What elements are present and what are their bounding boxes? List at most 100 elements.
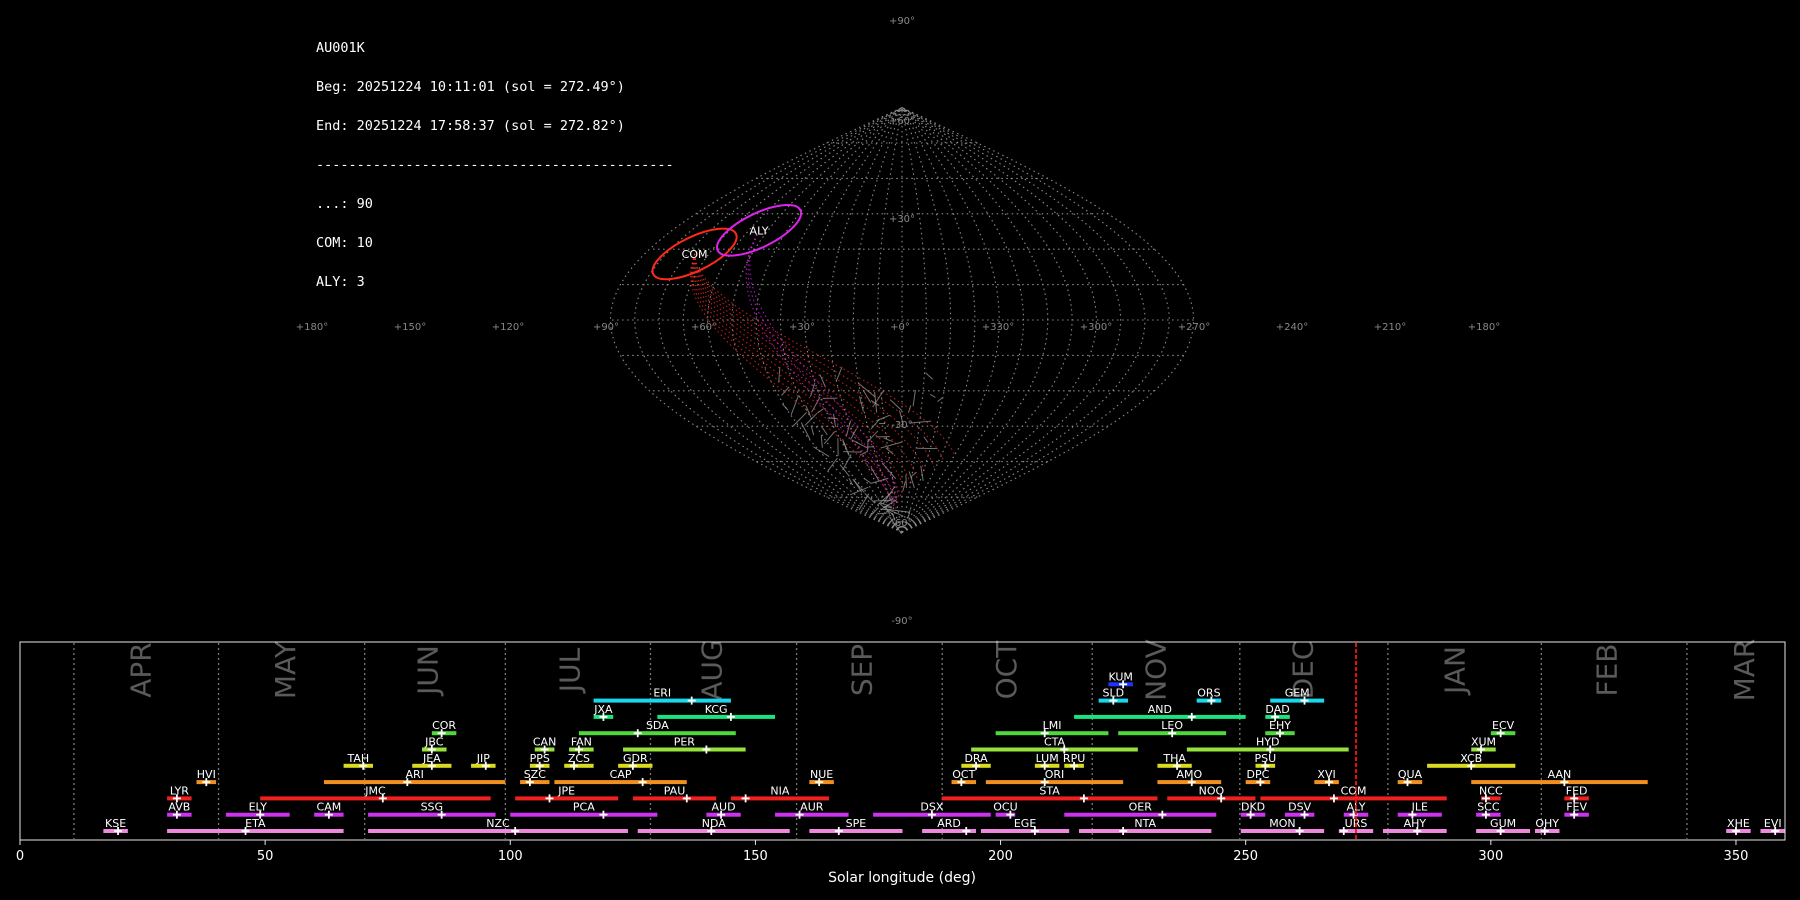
month-label: MAR	[1728, 639, 1761, 702]
shower-label: KCG	[705, 703, 728, 716]
shower-label: SPE	[846, 817, 867, 830]
shower-label: LMI	[1043, 719, 1062, 732]
x-tick-label: 300	[1478, 849, 1503, 864]
x-tick-label: 50	[257, 849, 274, 864]
shower-label: SCC	[1477, 801, 1500, 814]
month-label: FEB	[1591, 643, 1624, 696]
shower-label: DSV	[1288, 801, 1311, 814]
shower-label: AHY	[1404, 817, 1427, 830]
shower-label: ARD	[937, 817, 961, 830]
shower-label: CAN	[533, 736, 556, 749]
shower-label: NCC	[1479, 784, 1503, 797]
shower-label: ILE	[1412, 801, 1428, 814]
shower-label: CAM	[317, 801, 342, 814]
shower-label: ARI	[405, 768, 423, 781]
shower-label: GDR	[623, 752, 648, 765]
month-label: OCT	[990, 640, 1023, 700]
shower-label: NDA	[702, 817, 727, 830]
shower-label: PER	[674, 736, 696, 749]
shower-label: LEO	[1161, 719, 1183, 732]
shower-label: XVI	[1317, 768, 1335, 781]
shower-label: STA	[1039, 784, 1060, 797]
shower-label: GEM	[1285, 687, 1310, 700]
shower-label: JEA	[422, 752, 441, 765]
shower-label: XCB	[1460, 752, 1482, 765]
shower-label: NOO	[1199, 784, 1225, 797]
shower-label: PSU	[1254, 752, 1276, 765]
shower-label: PCA	[573, 801, 595, 814]
shower-label: EHY	[1269, 719, 1291, 732]
x-tick-label: 0	[16, 849, 24, 864]
x-axis: 0 50 100 150 200 250 300 350	[16, 840, 1749, 864]
month-label: AUG	[696, 639, 729, 700]
month-label: JUN	[411, 645, 444, 697]
shower-label: KUM	[1108, 670, 1132, 683]
month-label: JUL	[554, 647, 587, 694]
shower-label: OER	[1129, 801, 1153, 814]
shower-label: DSX	[920, 801, 943, 814]
shower-label: JIP	[476, 752, 490, 765]
shower-label: COM	[1341, 784, 1367, 797]
shower-timeline-chart: APR MAY JUN JUL AUG SEP OCT NOV DEC JAN FEB MAR KUM…	[16, 639, 1786, 886]
x-tick-label: 350	[1724, 849, 1749, 864]
x-tick-label: 200	[988, 849, 1013, 864]
shower-label: QUA	[1398, 768, 1423, 781]
shower-label: ECV	[1492, 719, 1515, 732]
shower-label: FED	[1566, 784, 1588, 797]
shower-label: ERI	[653, 687, 671, 700]
shower-label: NZC	[486, 817, 510, 830]
shower-label: ORI	[1045, 768, 1065, 781]
x-axis-label: Solar longitude (deg)	[828, 870, 976, 886]
shower-label: MON	[1269, 817, 1295, 830]
shower-label: FEV	[1566, 801, 1587, 814]
x-tick-label: 250	[1233, 849, 1258, 864]
shower-label: DKD	[1241, 801, 1265, 814]
shower-label: XHE	[1727, 817, 1750, 830]
shower-label: ELY	[249, 801, 268, 814]
x-tick-label: 150	[743, 849, 768, 864]
shower-label: OCT	[952, 768, 975, 781]
shower-label: ZCS	[568, 752, 590, 765]
shower-label: SLD	[1103, 687, 1125, 700]
shower-label: AUD	[712, 801, 736, 814]
shower-label: NUE	[810, 768, 833, 781]
shower-label: KSE	[105, 817, 126, 830]
shower-label: GUM	[1490, 817, 1516, 830]
shower-label: SSG	[421, 801, 444, 814]
shower-label: NIA	[770, 784, 789, 797]
shower-label: PPS	[530, 752, 550, 765]
shower-label: LUM	[1036, 752, 1059, 765]
month-label: NOV	[1139, 639, 1172, 701]
shower-label: RPU	[1063, 752, 1085, 765]
shower-label: SZC	[524, 768, 547, 781]
shower-label: HVI	[197, 768, 216, 781]
shower-label: AVB	[168, 801, 190, 814]
shower-label: CTA	[1044, 736, 1066, 749]
shower-label: DAD	[1265, 703, 1289, 716]
month-label: APR	[125, 642, 158, 698]
shower-label: NTA	[1134, 817, 1156, 830]
shower-label: SDA	[646, 719, 669, 732]
shower-label: OCU	[993, 801, 1017, 814]
shower-label: JBC	[424, 736, 444, 749]
shower-label: PAU	[664, 784, 686, 797]
shower-label: HYD	[1256, 736, 1279, 749]
month-label: MAY	[269, 640, 302, 699]
shower-label: ORS	[1197, 687, 1220, 700]
shower-label: AMO	[1176, 768, 1202, 781]
shower-label: THA	[1162, 752, 1186, 765]
shower-label: CAP	[610, 768, 632, 781]
shower-label: ETA	[245, 817, 266, 830]
shower-label: JPE	[557, 784, 575, 797]
shower-label: EGE	[1014, 817, 1036, 830]
shower-label: FAN	[571, 736, 592, 749]
shower-label: DRA	[964, 752, 988, 765]
shower-label: EVI	[1764, 817, 1782, 830]
x-tick-label: 100	[498, 849, 523, 864]
shower-label: OHY	[1535, 817, 1559, 830]
shower-label: LYR	[170, 784, 189, 797]
shower-label: TAH	[346, 752, 369, 765]
shower-label: JMC	[364, 784, 386, 797]
shower-bars: KUM ERI SLD ORS GEM JXA KCG AND DAD COR SDA LMI LEO E…	[103, 643, 1785, 839]
shower-label: XUM	[1471, 736, 1496, 749]
